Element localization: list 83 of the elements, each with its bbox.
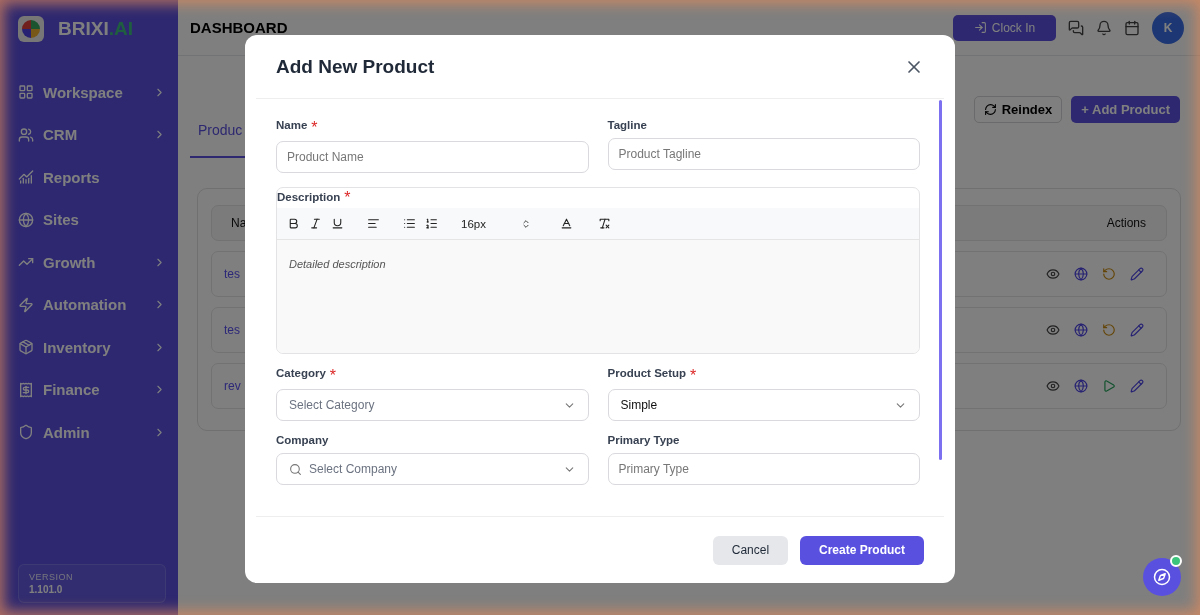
nav-item[interactable]: Workspace <box>18 71 166 114</box>
pencil-icon[interactable] <box>1130 323 1144 337</box>
select-field[interactable]: Simple <box>607 389 920 421</box>
required-mark: * <box>329 367 337 385</box>
field-label: Tagline <box>607 119 647 133</box>
lightning-icon <box>18 296 34 313</box>
search-icon <box>289 462 302 476</box>
box-icon <box>18 339 34 356</box>
product-name[interactable]: tes <box>224 267 240 281</box>
align-left-icon[interactable] <box>367 217 380 230</box>
nav-item[interactable]: Growth <box>18 241 166 284</box>
field-label: Company <box>276 434 329 448</box>
bell-icon[interactable] <box>1096 19 1112 36</box>
eye-icon[interactable] <box>1046 267 1060 281</box>
field-label: Name <box>276 119 308 133</box>
product-name[interactable]: rev <box>224 379 241 393</box>
page-title: DASHBOARD <box>190 19 289 36</box>
calendar-icon[interactable] <box>1124 19 1140 36</box>
editor-area[interactable]: Detailed description <box>277 240 919 353</box>
reindex-button[interactable]: Reindex <box>973 96 1063 123</box>
nav-item[interactable]: Sites <box>18 198 166 241</box>
product-name[interactable]: tes <box>224 323 240 337</box>
users-icon <box>18 126 34 143</box>
globe-icon[interactable] <box>1074 323 1088 337</box>
required-mark: * <box>690 367 697 385</box>
input-field[interactable]: Primary Type <box>607 453 920 485</box>
nav-item[interactable]: Inventory <box>18 326 166 369</box>
compass-button[interactable] <box>1143 558 1181 596</box>
scrollbar-thumb[interactable] <box>939 100 942 460</box>
refresh-icon <box>983 103 997 116</box>
status-dot <box>1170 555 1182 567</box>
clear-format-icon[interactable] <box>598 217 611 230</box>
chart-icon <box>18 169 34 186</box>
input-field[interactable]: Product Name <box>276 141 589 173</box>
globe-icon[interactable] <box>1074 267 1088 281</box>
version-number: 1.101.0 <box>29 584 64 595</box>
clock-in-button[interactable]: Clock In <box>953 14 1056 41</box>
modal-title: Add New Product <box>276 55 435 78</box>
input-field[interactable]: Product Tagline <box>607 138 920 170</box>
required-mark: * <box>311 119 318 137</box>
field-label: Product Setup <box>607 367 687 381</box>
compass-icon <box>1153 568 1171 586</box>
required-mark: * <box>344 189 351 207</box>
nav-item[interactable]: CRM <box>18 113 166 156</box>
field-label: Primary Type <box>607 434 680 448</box>
italic-icon[interactable] <box>309 217 322 230</box>
bullet-list-icon[interactable] <box>403 217 416 230</box>
version-label: VERSION <box>29 572 74 582</box>
font-size-select[interactable]: 16px <box>461 217 531 230</box>
nav-item[interactable]: Automation <box>18 283 166 326</box>
create-product-button[interactable]: Create Product <box>799 535 924 565</box>
field-label: Description <box>277 190 341 205</box>
nav-item[interactable]: Reports <box>18 156 166 199</box>
play-icon[interactable] <box>1102 379 1116 393</box>
shield-icon <box>18 424 34 441</box>
globe-icon[interactable] <box>1074 379 1088 393</box>
eye-icon[interactable] <box>1046 323 1060 337</box>
pencil-icon[interactable] <box>1130 379 1144 393</box>
avatar[interactable]: K <box>1152 11 1184 44</box>
underline-icon[interactable] <box>331 217 344 230</box>
globe-icon <box>18 211 34 228</box>
chat-icon[interactable] <box>1068 19 1084 36</box>
grid-icon <box>18 84 34 101</box>
undo-icon[interactable] <box>1102 323 1116 337</box>
text-color-icon[interactable] <box>560 217 573 230</box>
login-icon <box>973 21 987 34</box>
receipt-icon <box>18 381 34 398</box>
nav-item[interactable]: Admin <box>18 411 166 454</box>
undo-icon[interactable] <box>1102 267 1116 281</box>
up-down-icon <box>521 218 531 229</box>
eye-icon[interactable] <box>1046 379 1060 393</box>
bold-icon[interactable] <box>287 217 300 230</box>
cancel-button[interactable]: Cancel <box>712 535 788 565</box>
column-header: Na <box>231 216 247 230</box>
column-header: Actions <box>1106 216 1146 230</box>
logo-icon <box>18 16 44 42</box>
select-field[interactable]: Select Category <box>276 389 589 421</box>
field-label: Category <box>276 367 326 381</box>
select-field[interactable]: Select Company <box>276 453 589 485</box>
add-product-button[interactable]: + Add Product <box>1071 96 1180 123</box>
pencil-icon[interactable] <box>1130 267 1144 281</box>
nav-item[interactable]: Finance <box>18 368 166 411</box>
numbered-list-icon[interactable] <box>425 217 438 230</box>
